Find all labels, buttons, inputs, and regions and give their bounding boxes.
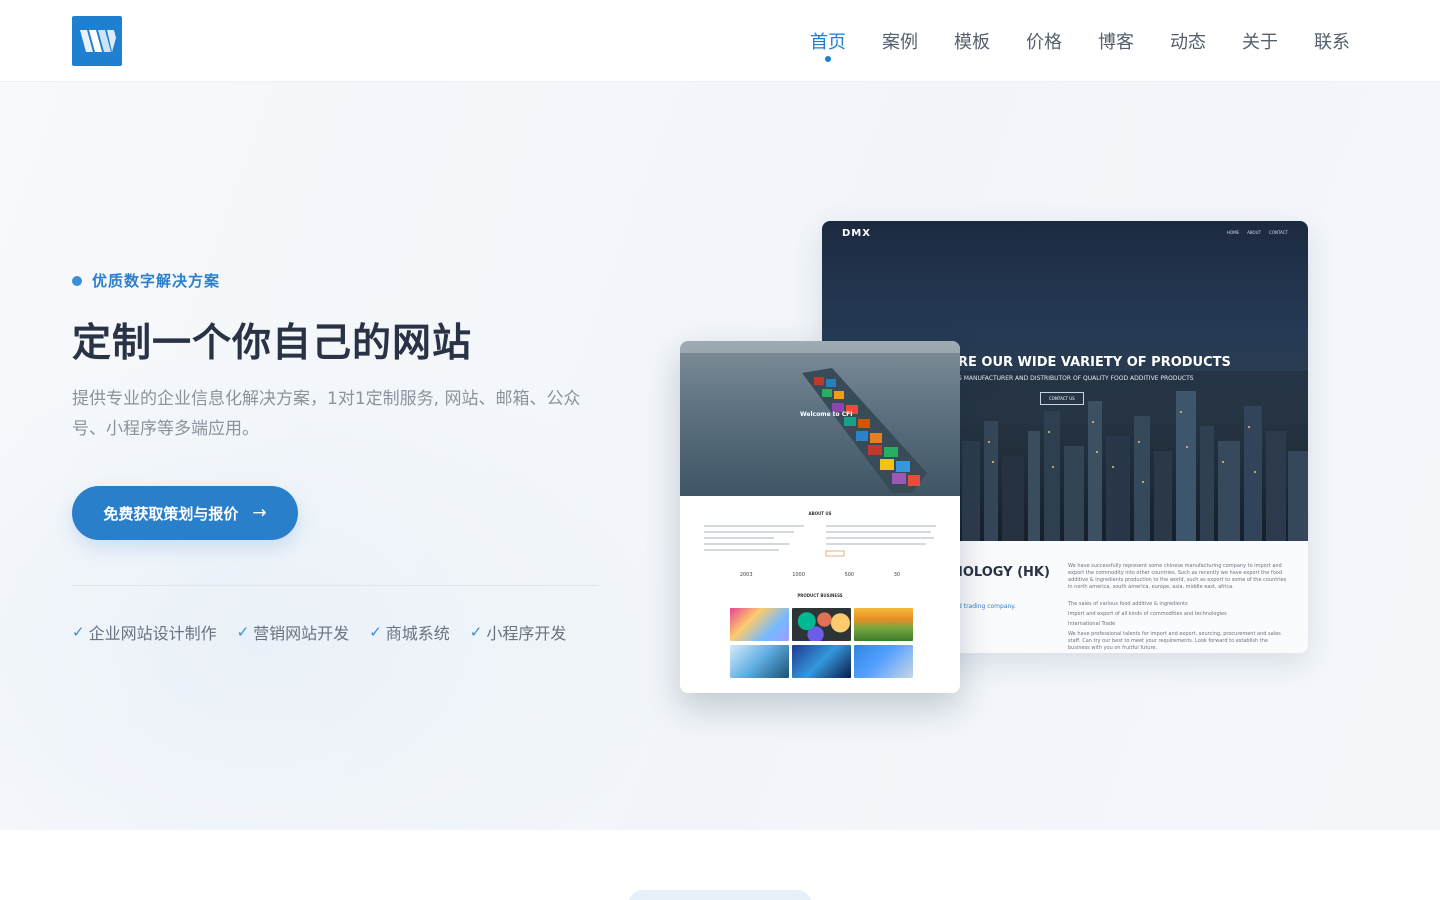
product-thumb-molecule xyxy=(854,645,913,678)
nav-label: 价格 xyxy=(1026,32,1062,53)
preview-nav-item: CONTACT xyxy=(1269,230,1288,235)
preview-brand: DMX xyxy=(842,228,871,239)
nav-item-about[interactable]: 关于 xyxy=(1242,28,1278,54)
website-preview-cfi: Welcome to CFI ABOUT US 2003 1000 500 30… xyxy=(680,341,960,693)
preview-product-grid xyxy=(730,608,913,678)
hero-kicker: 优质数字解决方案 xyxy=(72,270,220,291)
preview-text-lines xyxy=(704,525,936,557)
preview-nav-item: ABOUT xyxy=(1247,230,1262,235)
preview-company-name: IOLOGY (HK) xyxy=(958,565,1050,580)
nav-item-home[interactable]: 首页 xyxy=(810,28,846,62)
preview-subheadline: S MANUFACTURER AND DISTRIBUTOR OF QUALIT… xyxy=(958,375,1194,382)
product-thumb-science xyxy=(792,645,851,678)
nav-item-contact[interactable]: 联系 xyxy=(1314,28,1350,54)
hero-divider xyxy=(72,585,598,586)
check-icon: ✓ xyxy=(236,623,250,641)
preview-stat: 1000 xyxy=(792,572,805,578)
nav-label: 联系 xyxy=(1314,32,1350,53)
nav-label: 动态 xyxy=(1170,32,1206,53)
feature-label: 营销网站开发 xyxy=(253,624,350,643)
nav-item-templates[interactable]: 模板 xyxy=(954,28,990,54)
check-icon: ✓ xyxy=(469,623,483,641)
nav-label: 关于 xyxy=(1242,32,1278,53)
preview-company-sub: d trading company. xyxy=(958,603,1016,610)
nav-item-pricing[interactable]: 价格 xyxy=(1026,28,1062,54)
w-logo-icon[interactable] xyxy=(72,16,122,66)
preview-stats: 2003 1000 500 30 xyxy=(680,572,960,578)
product-thumb-paint xyxy=(792,608,851,641)
preview-list-item: The sales of various food additive & ing… xyxy=(1068,601,1188,607)
nav-label: 案例 xyxy=(882,32,918,53)
preview-nav-item: HOME xyxy=(1226,230,1240,235)
preview-ship-hero: Welcome to CFI xyxy=(680,341,960,496)
product-thumb-powder xyxy=(730,608,789,641)
hero-title: 定制一个你自己的网站 xyxy=(72,321,473,366)
preview-closing: We have professional talents for import … xyxy=(1068,631,1281,651)
section-tag xyxy=(628,890,812,900)
preview-stat: 500 xyxy=(844,572,855,578)
feature-list: ✓ 企业网站设计制作 ✓ 营销网站开发 ✓ 商城系统 ✓ 小程序开发 xyxy=(72,620,566,644)
preview-welcome: Welcome to CFI xyxy=(800,411,853,418)
preview-list-item: International Trade xyxy=(1068,621,1116,627)
preview-headline: RE OUR WIDE VARIETY OF PRODUCTS xyxy=(958,355,1231,370)
feature-item: ✓ 企业网站设计制作 xyxy=(72,620,217,644)
nav-item-news[interactable]: 动态 xyxy=(1170,28,1206,54)
preview-stat: 2003 xyxy=(739,572,753,578)
cta-label: 免费获取策划与报价 xyxy=(103,504,239,523)
arrow-right-icon: → xyxy=(252,503,267,523)
nav-label: 博客 xyxy=(1098,32,1134,53)
active-indicator xyxy=(825,56,831,62)
preview-list: The sales of various food additive & ing… xyxy=(1068,599,1290,652)
preview-topbar xyxy=(680,341,960,353)
preview-contact-button: CONTACT US xyxy=(1040,392,1084,405)
preview-product-heading: PRODUCT BUSINESS xyxy=(797,593,843,598)
feature-item: ✓ 营销网站开发 xyxy=(237,620,350,644)
preview-list-item: Import and export of all kinds of commod… xyxy=(1068,611,1227,617)
feature-item: ✓ 小程序开发 xyxy=(470,620,567,644)
site-header: 首页 案例 模板 价格 博客 动态 关于 联系 xyxy=(0,0,1440,82)
hero-description: 提供专业的企业信息化解决方案，1对1定制服务, 网站、邮箱、公众号、小程序等多端… xyxy=(72,389,581,439)
preview-nav: HOME ABOUT CONTACT xyxy=(1227,230,1288,235)
nav-label: 首页 xyxy=(810,32,846,53)
check-icon: ✓ xyxy=(369,623,382,641)
nav-item-cases[interactable]: 案例 xyxy=(882,28,918,54)
cargo-ship-image xyxy=(802,368,927,493)
nav-item-blog[interactable]: 博客 xyxy=(1098,28,1134,54)
feature-label: 企业网站设计制作 xyxy=(88,624,217,643)
main-nav: 首页 案例 模板 价格 博客 动态 关于 联系 xyxy=(810,0,1350,82)
product-thumb-lab xyxy=(730,645,789,678)
preview-paragraph: We have successfully represent some chin… xyxy=(1068,563,1287,590)
free-quote-button[interactable]: 免费获取策划与报价 → xyxy=(72,486,298,540)
product-thumb-field xyxy=(854,608,913,641)
feature-label: 商城系统 xyxy=(385,624,450,643)
preview-about-heading: ABOUT US xyxy=(808,511,832,516)
preview-stat: 30 xyxy=(893,572,901,578)
check-icon: ✓ xyxy=(72,623,85,641)
kicker-text: 优质数字解决方案 xyxy=(92,272,221,290)
nav-label: 模板 xyxy=(954,32,990,53)
feature-label: 小程序开发 xyxy=(486,624,567,643)
feature-item: ✓ 商城系统 xyxy=(369,620,450,644)
kicker-dot-icon xyxy=(72,275,82,286)
